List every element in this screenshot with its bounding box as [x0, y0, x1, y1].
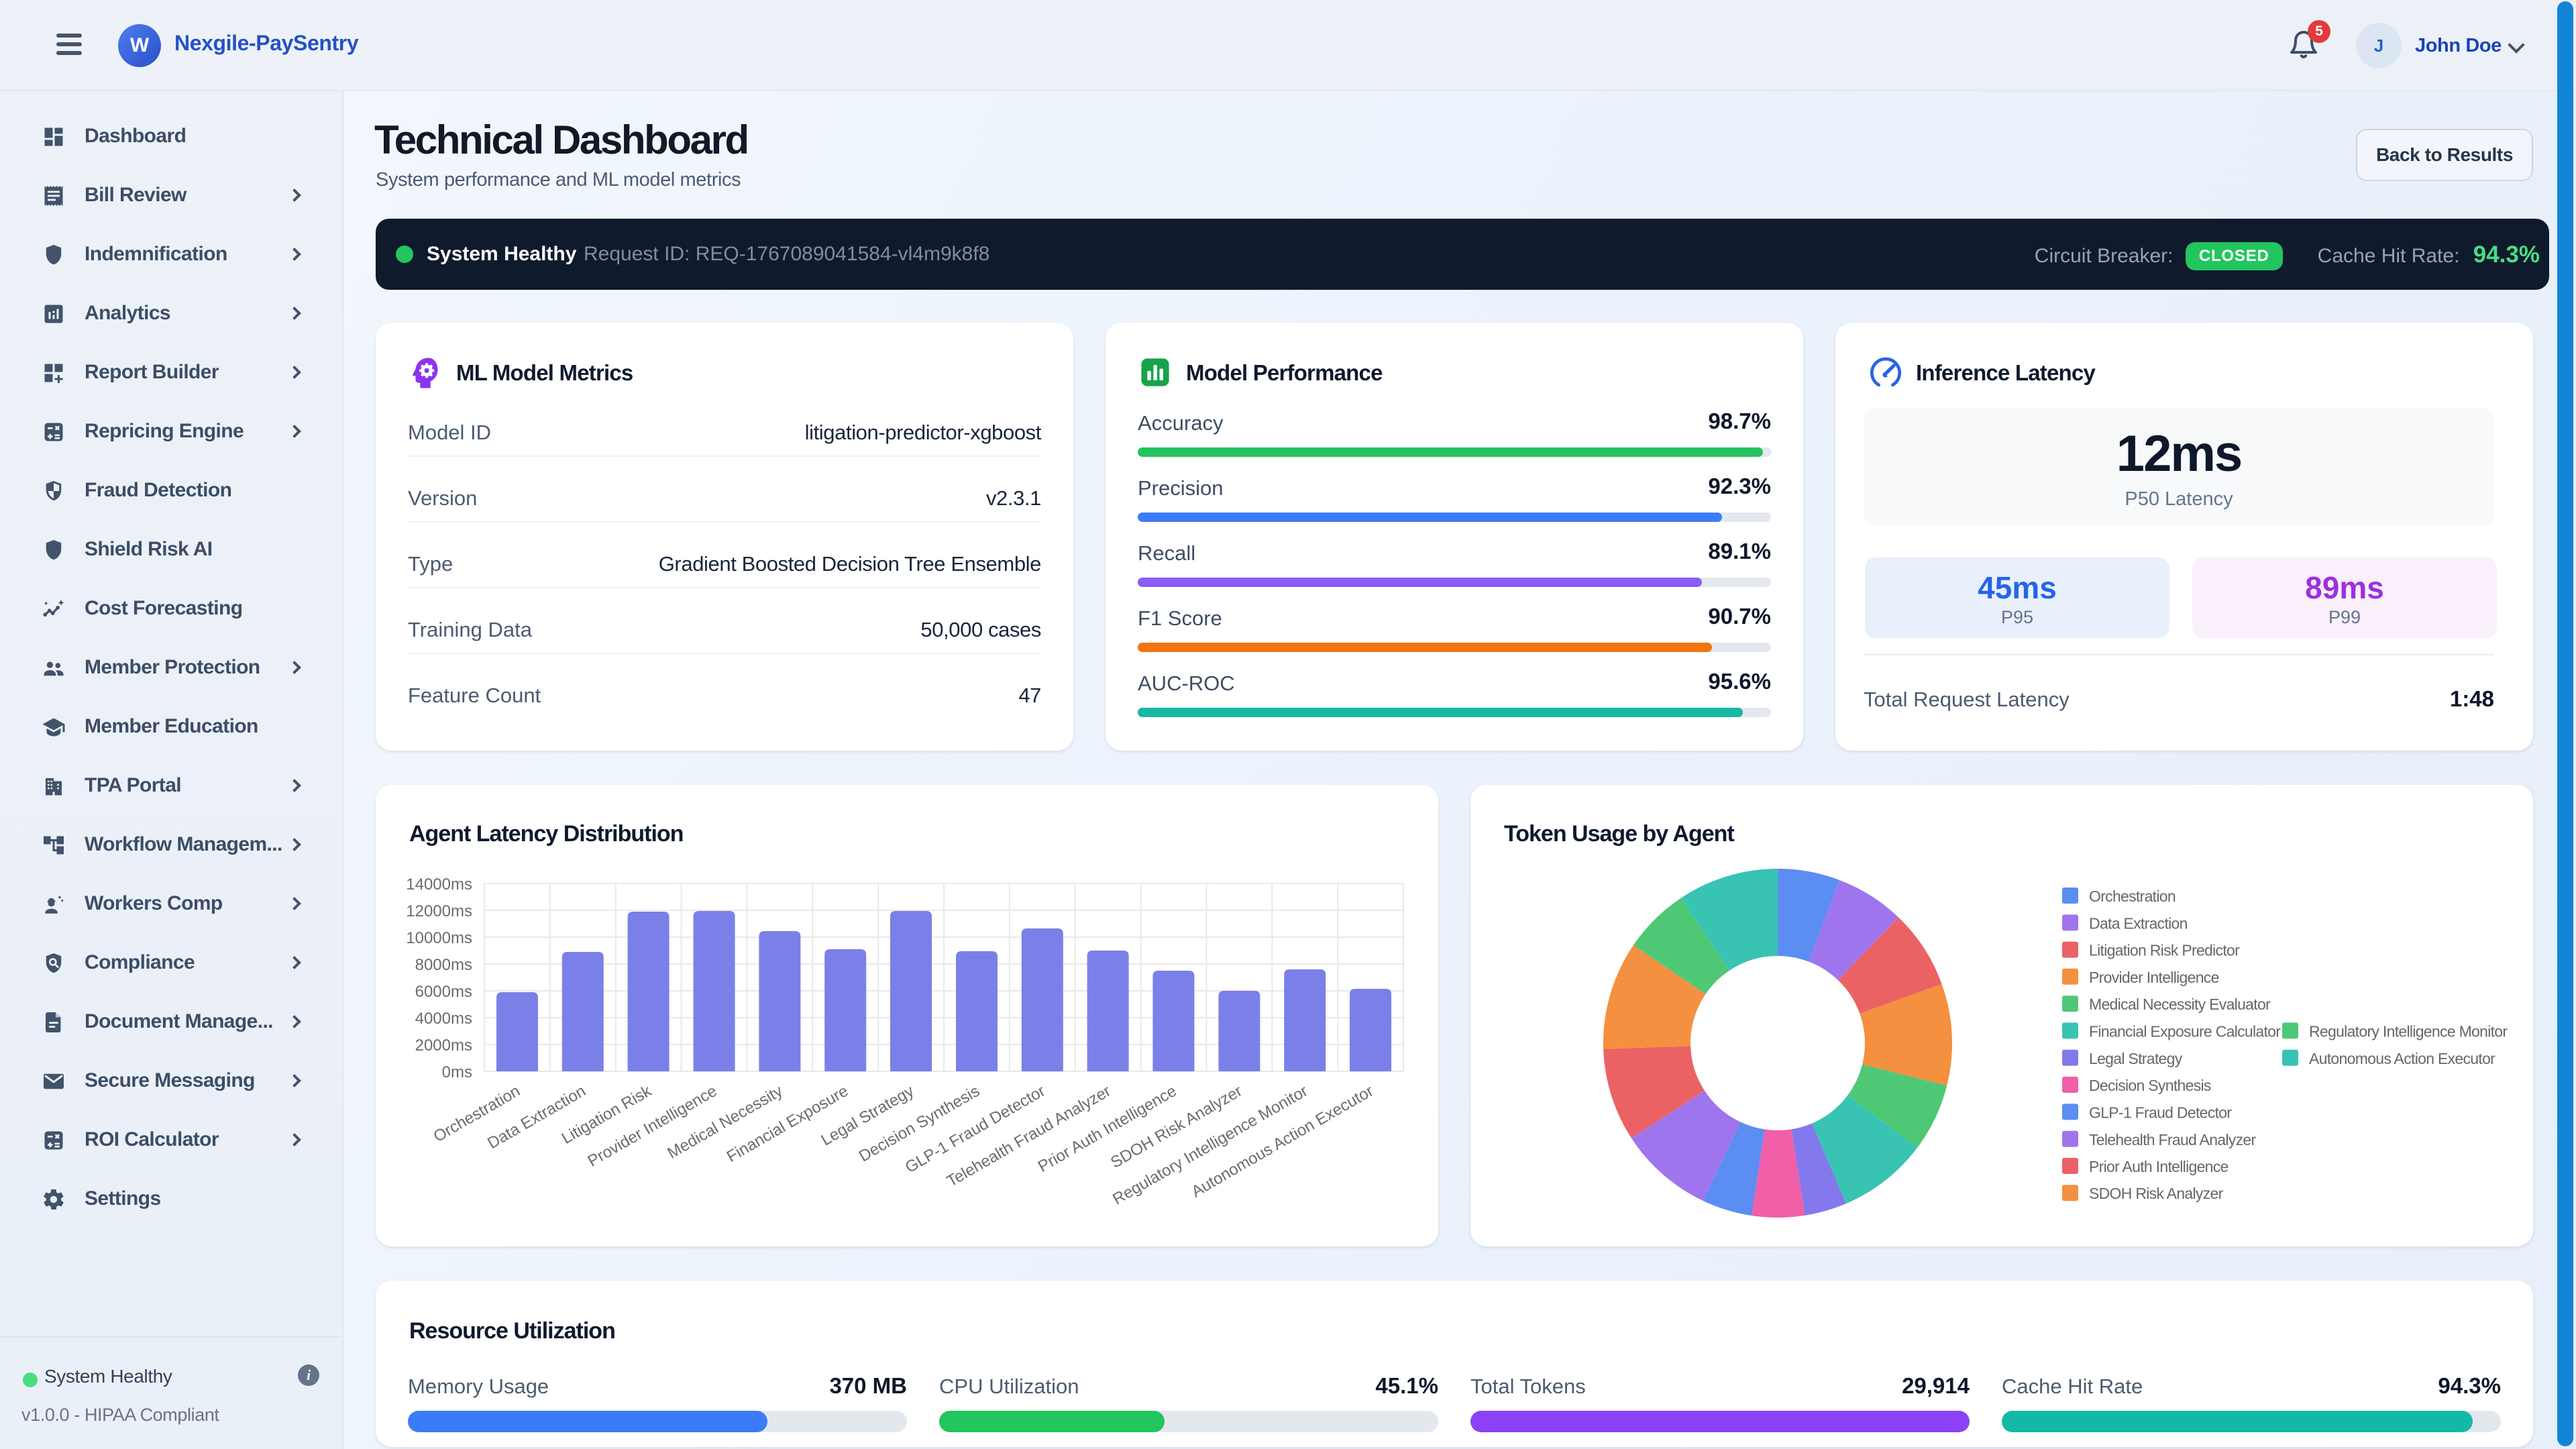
svg-text:2000ms: 2000ms [415, 1036, 472, 1055]
svg-text:Litigation Risk Predictor: Litigation Risk Predictor [2089, 942, 2240, 959]
svg-text:8000ms: 8000ms [415, 956, 472, 974]
svg-text:Legal Strategy: Legal Strategy [2089, 1050, 2183, 1067]
svg-text:Provider Intelligence: Provider Intelligence [2089, 969, 2219, 986]
svg-text:0ms: 0ms [442, 1063, 472, 1081]
svg-text:10000ms: 10000ms [406, 929, 472, 947]
svg-text:6000ms: 6000ms [415, 983, 472, 1001]
svg-text:Orchestration: Orchestration [2089, 888, 2176, 905]
svg-text:Regulatory Intelligence Monito: Regulatory Intelligence Monitor [2309, 1023, 2508, 1040]
svg-text:GLP-1 Fraud Detector: GLP-1 Fraud Detector [2089, 1104, 2232, 1121]
svg-text:12000ms: 12000ms [406, 902, 472, 920]
svg-text:Decision Synthesis: Decision Synthesis [2089, 1077, 2211, 1094]
svg-text:SDOH Risk Analyzer: SDOH Risk Analyzer [2089, 1185, 2224, 1202]
svg-text:Telehealth Fraud Analyzer: Telehealth Fraud Analyzer [2089, 1131, 2256, 1148]
svg-text:14000ms: 14000ms [406, 875, 472, 894]
svg-text:Autonomous Action Executor: Autonomous Action Executor [2309, 1050, 2496, 1067]
svg-text:Medical Necessity Evaluator: Medical Necessity Evaluator [2089, 996, 2271, 1013]
svg-text:4000ms: 4000ms [415, 1010, 472, 1028]
svg-text:Financial Exposure Calculator: Financial Exposure Calculator [2089, 1023, 2281, 1040]
svg-text:Data Extraction: Data Extraction [2089, 914, 2188, 932]
svg-text:Prior Auth Intelligence: Prior Auth Intelligence [2089, 1158, 2229, 1175]
svg-text:Financial Exposure: Financial Exposure [724, 1082, 851, 1166]
